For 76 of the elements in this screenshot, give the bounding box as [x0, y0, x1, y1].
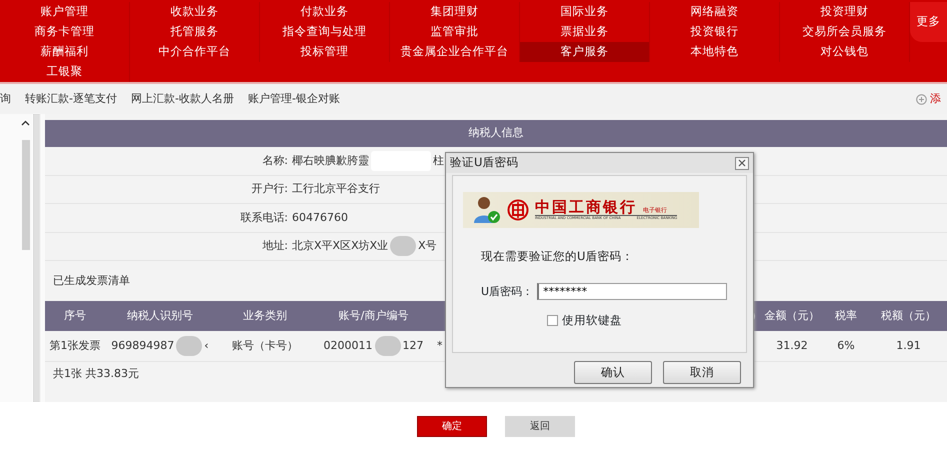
table-cell-text: ‹: [204, 338, 209, 354]
add-link[interactable]: 添: [916, 90, 941, 108]
menu-item[interactable]: 国际业务: [520, 2, 650, 22]
menu-item[interactable]: 付款业务: [260, 2, 390, 22]
column-header: 纳税人识别号: [127, 308, 193, 322]
field-value: 柱: [433, 152, 444, 168]
field-value: 60476760: [292, 210, 348, 226]
back-button[interactable]: 返回: [505, 416, 575, 437]
table-cell-text: 127: [402, 338, 424, 354]
table-cell-text: 969894987: [111, 338, 174, 354]
field-label: 地址:: [261, 238, 289, 254]
password-field[interactable]: ********: [537, 283, 728, 300]
table-cell-text: 1.91: [896, 338, 921, 354]
menu-item[interactable]: 监管审批: [390, 22, 520, 42]
add-icon: [916, 94, 927, 104]
menu-item[interactable]: 对公钱包: [780, 42, 910, 62]
close-button[interactable]: [735, 156, 749, 170]
column-header: 税额（元）: [881, 308, 936, 322]
field-value: X号: [418, 238, 437, 254]
field-label: 开户行:: [250, 181, 289, 197]
menu-item[interactable]: 工银聚: [0, 62, 130, 82]
table-cell-text: *: [437, 338, 442, 354]
column-header: 序号: [64, 308, 86, 322]
menu-item[interactable]: 客户服务: [520, 42, 650, 62]
confirm-button[interactable]: 确定: [417, 416, 487, 437]
field-value: 北京X平X区X坊X业: [292, 238, 388, 254]
section-header: 纳税人信息: [45, 120, 947, 147]
bank-name: 中国工商银行: [535, 200, 637, 215]
column-header: 金额（元）: [764, 308, 820, 322]
redaction-mark: [176, 336, 202, 356]
redaction-mark: [390, 236, 416, 256]
checkbox[interactable]: [547, 315, 558, 326]
prompt-text: 现在需要验证您的U盾密码：: [480, 248, 634, 265]
table-cell-text: 0200011: [324, 338, 372, 354]
dialog-button[interactable]: 取消: [663, 361, 741, 384]
menu-item[interactable]: 薪酬福利: [0, 42, 130, 62]
close-icon: [738, 159, 746, 167]
password-label: U盾密码：: [481, 284, 534, 300]
menu-item[interactable]: 指令查询与处理: [260, 22, 390, 42]
menu-item[interactable]: 本地特色: [650, 42, 780, 62]
menu-item[interactable]: 中介合作平台: [130, 42, 260, 62]
menu-item[interactable]: 集团理财: [390, 2, 520, 22]
breadcrumb-link[interactable]: 网上汇款-收款人名册: [130, 90, 234, 108]
breadcrumb-link[interactable]: 转账汇款-逐笔支付: [25, 90, 117, 108]
field-label: 名称:: [261, 152, 289, 168]
field-value: 椰右映腆歉胯靈: [292, 152, 369, 168]
splitter-handle[interactable]: [33, 114, 40, 402]
table-cell-text: 6%: [837, 338, 855, 354]
user-check-icon: [473, 195, 501, 225]
total-text: 共1张 共33.83元: [53, 366, 139, 382]
column-header: 业务类别: [243, 308, 287, 322]
redaction-mark: [374, 336, 400, 356]
more-button[interactable]: 更多: [910, 2, 947, 42]
menu-item[interactable]: 商务卡管理: [0, 22, 130, 42]
breadcrumb-link[interactable]: 账户管理-银企对账: [248, 90, 340, 108]
bank-logo-icon: [507, 199, 529, 221]
table-cell-text: 31.92: [776, 338, 808, 354]
column-header: 税率: [835, 308, 857, 322]
list-title: 已生成发票清单: [53, 272, 130, 289]
table-cell-text: 账号（卡号）: [232, 338, 298, 354]
scrollbar-thumb[interactable]: [22, 140, 30, 250]
collapse-up-icon[interactable]: [21, 120, 30, 126]
table-cell-text: 第1张发票: [50, 338, 100, 354]
checkbox-label: 使用软键盘: [562, 312, 622, 330]
field-label: 联系电话:: [239, 210, 289, 226]
menu-item[interactable]: 收款业务: [130, 2, 260, 22]
menu-item[interactable]: 投标管理: [260, 42, 390, 62]
menu-item[interactable]: 托管服务: [130, 22, 260, 42]
dialog-button[interactable]: 确认: [574, 361, 652, 384]
breadcrumb-link[interactable]: 询: [0, 90, 11, 108]
column-header: 账号/商户编号: [338, 308, 408, 322]
menu-item[interactable]: 网络融资: [650, 2, 780, 22]
dialog-title: 验证U盾密码: [450, 154, 518, 172]
menu-item[interactable]: 投资银行: [650, 22, 780, 42]
menu-item[interactable]: 账户管理: [0, 2, 130, 22]
field-value: 工行北京平谷支行: [292, 181, 380, 197]
